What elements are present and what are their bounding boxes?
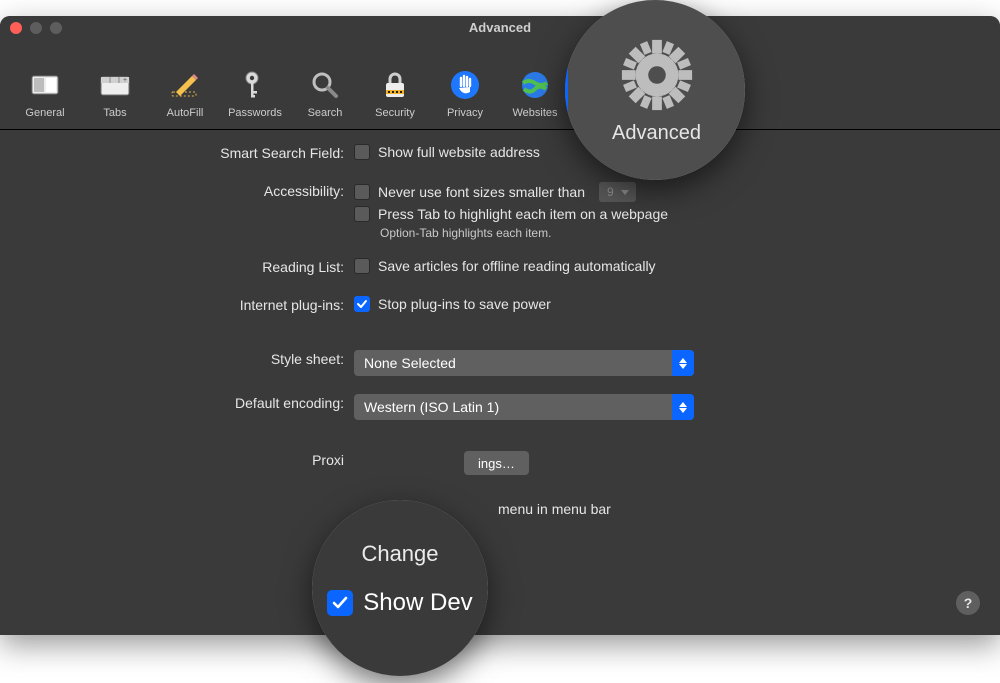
toolbar-search[interactable]: Search <box>294 63 356 123</box>
show-full-address-label: Show full website address <box>378 144 540 160</box>
help-button[interactable]: ? <box>956 591 980 615</box>
never-use-font-size-label: Never use font sizes smaller than <box>378 184 585 200</box>
press-tab-label: Press Tab to highlight each item on a we… <box>378 206 668 222</box>
style-sheet-label: Style sheet: <box>24 350 354 367</box>
change-settings-button[interactable]: ings… <box>464 451 529 475</box>
default-encoding-label: Default encoding: <box>24 394 354 411</box>
svg-text:+: + <box>123 77 127 84</box>
updown-caret-icon <box>672 350 694 376</box>
globe-icon <box>517 67 553 103</box>
show-full-address-checkbox[interactable] <box>354 144 370 160</box>
hand-icon <box>447 67 483 103</box>
toolbar-label: Ext <box>597 107 613 119</box>
style-sheet-select[interactable]: None Selected <box>354 350 694 376</box>
help-icon: ? <box>964 595 973 611</box>
proxies-label-real <box>0 438 330 439</box>
toolbar-label: Security <box>375 107 415 119</box>
toolbar-advanced[interactable]: Advanced <box>644 63 706 123</box>
font-size-select[interactable]: 9 <box>599 182 636 202</box>
preferences-toolbar: General + Tabs AutoFill Passwords Search <box>0 40 1000 130</box>
minimize-window-button[interactable] <box>30 22 42 34</box>
font-size-value: 9 <box>607 185 614 199</box>
reading-list-label: Reading List: <box>24 258 354 275</box>
puzzle-icon <box>587 67 623 103</box>
close-window-button[interactable] <box>10 22 22 34</box>
toolbar-label: AutoFill <box>167 107 204 119</box>
save-offline-label: Save articles for offline reading automa… <box>378 258 656 274</box>
default-encoding-select[interactable]: Western (ISO Latin 1) <box>354 394 694 420</box>
toolbar-label: Passwords <box>228 107 282 119</box>
toolbar-passwords[interactable]: Passwords <box>224 63 286 123</box>
toolbar-label: General <box>25 107 64 119</box>
window-controls <box>10 22 62 34</box>
toolbar-privacy[interactable]: Privacy <box>434 63 496 123</box>
toolbar-label: Advanced <box>651 107 700 119</box>
gear-icon <box>657 67 693 103</box>
toolbar-tabs[interactable]: + Tabs <box>84 63 146 123</box>
tabs-icon: + <box>97 67 133 103</box>
option-tab-hint: Option-Tab highlights each item. <box>380 226 976 240</box>
toolbar-label: Search <box>308 107 343 119</box>
press-tab-checkbox[interactable] <box>354 206 370 222</box>
zoom-window-button[interactable] <box>50 22 62 34</box>
toolbar-websites[interactable]: Websites <box>504 63 566 123</box>
key-icon <box>237 67 273 103</box>
smart-search-label: Smart Search Field: <box>24 144 354 161</box>
switch-icon <box>27 67 63 103</box>
style-sheet-value: None Selected <box>364 355 456 371</box>
plugins-label: Internet plug-ins: <box>24 296 354 313</box>
toolbar-general[interactable]: General <box>14 63 76 123</box>
accessibility-label: Accessibility: <box>24 182 354 199</box>
stop-plugins-checkbox[interactable] <box>354 296 370 312</box>
titlebar: Advanced <box>0 16 1000 40</box>
window-title: Advanced <box>469 20 531 35</box>
toolbar-extensions[interactable]: Ext <box>574 63 636 123</box>
chevron-down-icon <box>618 185 632 199</box>
toolbar-label: Websites <box>512 107 557 119</box>
show-develop-menu-label: menu in menu bar <box>498 501 611 517</box>
preferences-window: Advanced General + Tabs AutoFill Pas <box>0 16 1000 635</box>
save-offline-checkbox[interactable] <box>354 258 370 274</box>
stop-plugins-label: Stop plug-ins to save power <box>378 296 551 312</box>
toolbar-autofill[interactable]: AutoFill <box>154 63 216 123</box>
toolbar-security[interactable]: Security <box>364 63 426 123</box>
advanced-pane: Smart Search Field: Show full website ad… <box>0 130 1000 563</box>
toolbar-label: Tabs <box>103 107 126 119</box>
change-settings-label: ings… <box>478 456 515 471</box>
proxies-label-text: Proxi <box>24 451 354 468</box>
magnifier-icon <box>307 67 343 103</box>
pencil-icon <box>167 67 203 103</box>
lock-icon <box>377 67 413 103</box>
toolbar-label: Privacy <box>447 107 483 119</box>
default-encoding-value: Western (ISO Latin 1) <box>364 399 499 415</box>
updown-caret-icon <box>672 394 694 420</box>
never-use-font-size-checkbox[interactable] <box>354 184 370 200</box>
develop-spacer <box>24 501 354 502</box>
